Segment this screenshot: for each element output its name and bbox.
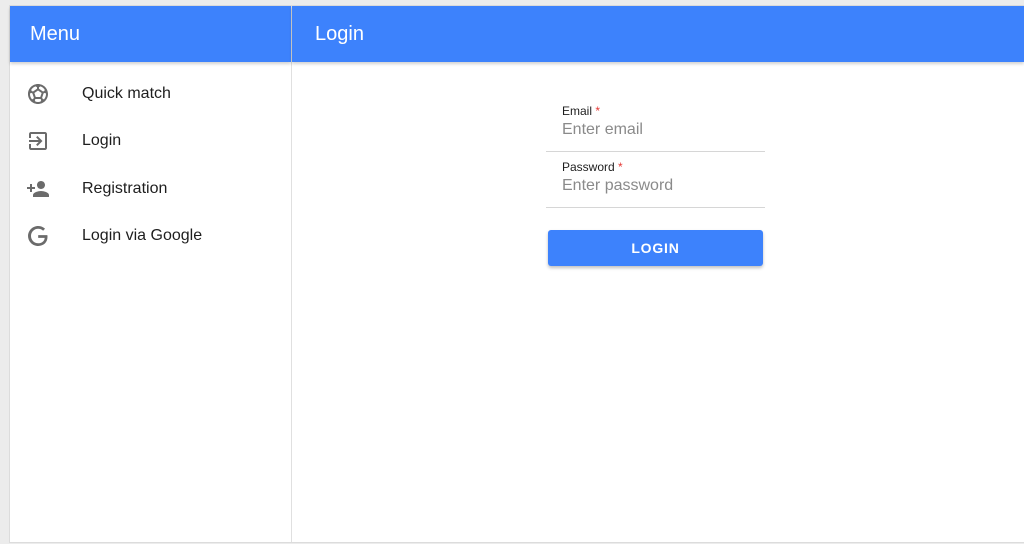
menu-item-label: Quick match	[82, 84, 171, 102]
sidebar: Menu Quick match Login Registration Logi…	[10, 6, 292, 542]
main-content: Login Email * Password * LOGIN	[292, 6, 1024, 542]
email-field: Email *	[546, 102, 765, 152]
password-field: Password *	[546, 158, 765, 208]
required-mark: *	[595, 104, 601, 118]
menu-item-login[interactable]: Login	[10, 118, 291, 166]
soccer-ball-icon	[26, 82, 50, 106]
password-label-text: Password	[562, 160, 615, 174]
menu-item-label: Registration	[82, 179, 168, 197]
email-label-text: Email	[562, 104, 593, 118]
email-label: Email *	[562, 104, 600, 118]
login-arrow-icon	[26, 129, 50, 153]
password-label: Password *	[562, 160, 623, 174]
menu-item-label: Login	[82, 132, 122, 150]
menu-item-registration[interactable]: Registration	[10, 165, 291, 213]
main-header: Login	[292, 6, 1024, 62]
password-input[interactable]	[562, 177, 752, 195]
page-title: Login	[315, 22, 364, 45]
person-add-icon	[26, 177, 50, 201]
required-mark: *	[618, 160, 623, 174]
sidebar-title: Menu	[30, 22, 81, 45]
email-input[interactable]	[562, 121, 752, 139]
menu-item-quick-match[interactable]: Quick match	[10, 70, 291, 118]
login-button[interactable]: LOGIN	[548, 230, 763, 266]
app-window: Menu Quick match Login Registration Logi…	[10, 6, 1024, 542]
sidebar-header: Menu	[10, 6, 291, 62]
google-icon	[26, 224, 50, 248]
menu-item-login-via-google[interactable]: Login via Google	[10, 213, 291, 261]
menu-item-label: Login via Google	[82, 227, 203, 245]
login-form: Email * Password * LOGIN	[546, 102, 765, 266]
menu-list: Quick match Login Registration Login via…	[10, 62, 291, 260]
